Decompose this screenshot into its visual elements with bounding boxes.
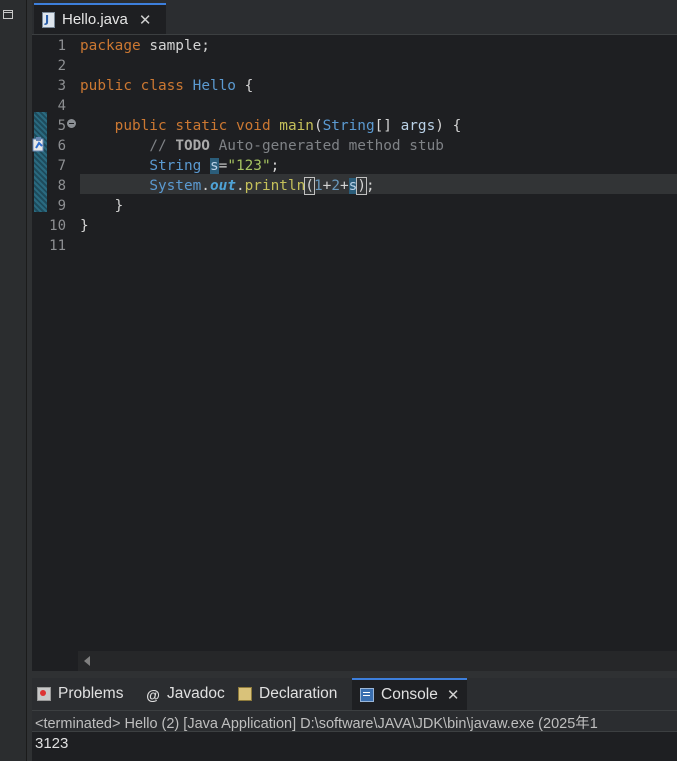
panel-separator[interactable] bbox=[32, 671, 677, 678]
tab-label: Javadoc bbox=[167, 685, 225, 702]
code-editor[interactable]: package sample; public class Hello { pub… bbox=[80, 36, 677, 651]
code-line-10: } bbox=[80, 218, 89, 234]
line-number: 10 bbox=[49, 218, 66, 234]
tab-label: Console bbox=[381, 686, 438, 703]
line-number-gutter: 1 2 3 4 5 6 7 8 9 10 11 bbox=[32, 36, 80, 651]
editor-area: J Hello.java ✕ 1 2 3 4 5 6 7 8 9 10 11 p… bbox=[32, 0, 677, 671]
line-number: 6 bbox=[57, 138, 66, 154]
tab-declaration[interactable]: Declaration bbox=[238, 678, 337, 710]
line-number: 8 bbox=[57, 178, 66, 194]
close-icon[interactable]: ✕ bbox=[139, 11, 152, 29]
tab-label: Declaration bbox=[259, 685, 338, 702]
code-line-8: System.out.println(1+2+s); bbox=[149, 177, 375, 195]
at-icon: @ bbox=[146, 687, 160, 703]
tab-label: Problems bbox=[58, 685, 124, 702]
java-file-icon: J bbox=[42, 11, 55, 28]
tab-problems[interactable]: Problems bbox=[37, 678, 123, 710]
collapse-icon[interactable] bbox=[67, 119, 76, 128]
tab-javadoc[interactable]: @ Javadoc bbox=[146, 678, 225, 710]
horizontal-scrollbar[interactable] bbox=[78, 651, 677, 671]
left-side-strip bbox=[0, 0, 27, 761]
line-number: 7 bbox=[57, 158, 66, 174]
code-line-1: package sample; bbox=[80, 38, 210, 54]
code-line-6: // TODO Auto-generated method stub bbox=[149, 138, 444, 154]
line-number: 2 bbox=[57, 58, 66, 74]
line-number: 3 bbox=[57, 78, 66, 94]
console-status-bar: <terminated> Hello (2) [Java Application… bbox=[32, 711, 677, 732]
restore-icon[interactable] bbox=[3, 10, 13, 19]
line-number: 1 bbox=[57, 38, 66, 54]
process-status: <terminated> Hello (2) [Java Application… bbox=[35, 716, 598, 732]
declaration-icon bbox=[238, 687, 252, 701]
code-line-5: public static void main(String[] args) { bbox=[114, 118, 462, 134]
code-line-3: public class Hello { bbox=[80, 78, 254, 94]
editor-tab-bar: J Hello.java ✕ bbox=[32, 0, 677, 35]
bottom-panel: Problems @ Javadoc Declaration Console ✕… bbox=[32, 678, 677, 761]
problems-icon bbox=[37, 687, 51, 701]
scroll-left-icon[interactable] bbox=[84, 656, 90, 666]
console-output[interactable]: 3123 bbox=[35, 735, 68, 752]
line-number: 4 bbox=[57, 98, 66, 114]
override-icon[interactable] bbox=[32, 136, 46, 152]
bottom-tab-bar: Problems @ Javadoc Declaration Console ✕ bbox=[32, 678, 677, 711]
console-icon bbox=[360, 688, 374, 702]
line-number: 5 bbox=[57, 118, 66, 134]
tab-console[interactable]: Console ✕ bbox=[352, 678, 468, 710]
line-number: 9 bbox=[57, 198, 66, 214]
code-line-9: } bbox=[114, 198, 124, 214]
close-icon[interactable]: ✕ bbox=[447, 686, 460, 704]
tab-hello-java[interactable]: J Hello.java ✕ bbox=[34, 3, 166, 34]
code-line-7: String s="123"; bbox=[149, 158, 280, 174]
tab-label: Hello.java bbox=[62, 11, 128, 28]
line-number: 11 bbox=[49, 238, 66, 254]
